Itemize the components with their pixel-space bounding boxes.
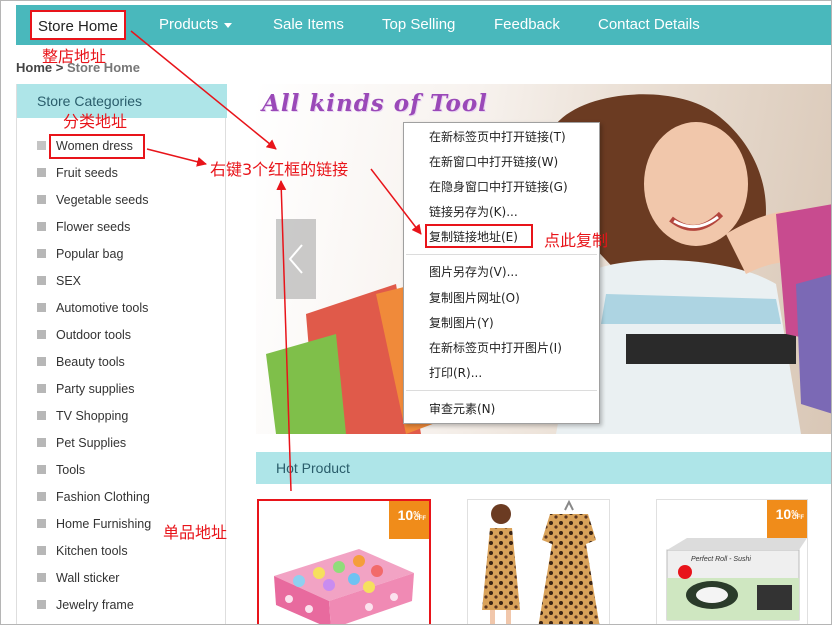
menu-print[interactable]: 打印(R)... (429, 363, 482, 383)
annotation-store-url: 整店地址 (42, 47, 107, 66)
category-highlight-box (49, 134, 145, 159)
menu-copy-image-url[interactable]: 复制图片网址(O) (429, 288, 520, 308)
category-flower-seeds[interactable]: Flower seeds (37, 217, 130, 237)
collapse-icon (37, 438, 46, 448)
menu-separator (406, 254, 597, 255)
product-image-leopard-dress (482, 500, 600, 624)
collapse-icon (37, 546, 46, 556)
category-popular-bag[interactable]: Popular bag (37, 244, 123, 264)
category-tv-shopping[interactable]: TV Shopping (37, 406, 128, 426)
category-label: Party supplies (56, 382, 135, 396)
category-label: Popular bag (56, 247, 124, 261)
category-label: Home Furnishing (56, 517, 152, 531)
nav-products[interactable]: Products (159, 5, 233, 45)
category-label: Vegetable seeds (56, 193, 149, 207)
menu-separator (406, 390, 597, 391)
collapse-icon (37, 519, 46, 529)
nav-sale-items[interactable]: Sale Items (273, 5, 344, 45)
nav-contact-details[interactable]: Contact Details (598, 5, 700, 45)
collapse-icon (37, 195, 46, 205)
category-label: Automotive tools (56, 301, 149, 315)
product-card-storage-box[interactable]: 10% OFF (257, 499, 431, 624)
discount-badge: 10% OFF (389, 501, 429, 539)
menu-save-image-as[interactable]: 图片另存为(V)... (429, 262, 518, 282)
badge-off: OFF (792, 515, 804, 521)
menu-copy-image[interactable]: 复制图片(Y) (429, 313, 494, 333)
category-label: Fashion Clothing (56, 490, 150, 504)
nav-top-selling[interactable]: Top Selling (382, 5, 455, 45)
sushi-box-label: Perfect Roll - Sushi (691, 556, 751, 563)
menu-open-new-tab[interactable]: 在新标签页中打开链接(T) (429, 127, 566, 147)
menu-open-incognito[interactable]: 在隐身窗口中打开链接(G) (429, 177, 568, 197)
context-menu: 在新标签页中打开链接(T) 在新窗口中打开链接(W) 在隐身窗口中打开链接(G)… (403, 122, 600, 424)
product-card-leopard-dress[interactable] (467, 499, 610, 624)
collapse-icon (37, 303, 46, 313)
carousel-prev-button[interactable] (276, 219, 316, 299)
menu-open-new-window[interactable]: 在新窗口中打开链接(W) (429, 152, 558, 172)
annotation-right-click: 右键3个红框的链接 (210, 160, 349, 179)
badge-percent: 10 (775, 506, 792, 522)
collapse-icon (37, 222, 46, 232)
screenshot-frame: Store Home Products Sale Items Top Selli… (0, 0, 832, 625)
category-pet-supplies[interactable]: Pet Supplies (37, 433, 126, 453)
collapse-icon (37, 411, 46, 421)
category-label: Kitchen tools (56, 544, 128, 558)
category-label: TV Shopping (56, 409, 129, 423)
collapse-icon (37, 168, 46, 178)
category-party-supplies[interactable]: Party supplies (37, 379, 135, 399)
category-vegetable-seeds[interactable]: Vegetable seeds (37, 190, 148, 210)
banner-title: All kinds of Tool (262, 90, 488, 117)
chevron-down-icon (224, 22, 233, 28)
nav-feedback[interactable]: Feedback (494, 5, 560, 45)
top-nav: Store Home Products Sale Items Top Selli… (16, 5, 831, 45)
product-card-sushi-roller[interactable]: Perfect Roll - Sushi 10% OFF (656, 499, 808, 624)
menu-copy-link-address[interactable]: 复制链接地址(E) (429, 227, 518, 247)
category-fashion-clothing[interactable]: Fashion Clothing (37, 487, 150, 507)
category-sex[interactable]: SEX (37, 271, 81, 291)
category-sidebar: Store Categories Women dress Fruit seeds… (16, 84, 227, 624)
discount-badge: 10% OFF (767, 500, 807, 538)
category-home-furnishing[interactable]: Home Furnishing (37, 514, 151, 534)
category-label: Pet Supplies (56, 436, 127, 450)
category-jewelry-frame[interactable]: Jewelry frame (37, 595, 134, 615)
category-beauty-tools[interactable]: Beauty tools (37, 352, 125, 372)
category-wall-sticker[interactable]: Wall sticker (37, 568, 119, 588)
collapse-icon (37, 249, 46, 259)
category-label: Outdoor tools (56, 328, 132, 342)
category-label: Tools (56, 463, 86, 477)
category-label: Jewelry frame (56, 598, 134, 612)
collapse-icon (37, 573, 46, 583)
hot-product-title: Hot Product (256, 452, 831, 484)
category-label: Flower seeds (56, 220, 131, 234)
menu-open-image-new-tab[interactable]: 在新标签页中打开图片(I) (429, 338, 562, 358)
nav-products-label: Products (159, 16, 219, 33)
category-outdoor-tools[interactable]: Outdoor tools (37, 325, 131, 345)
category-label: Wall sticker (56, 571, 120, 585)
collapse-icon (37, 492, 46, 502)
menu-inspect-element[interactable]: 审查元素(N) (429, 399, 495, 419)
category-label: SEX (56, 274, 82, 288)
chevron-left-icon (288, 244, 303, 274)
collapse-icon (37, 465, 46, 475)
annotation-click-copy: 点此复制 (544, 231, 609, 250)
category-fruit-seeds[interactable]: Fruit seeds (37, 163, 118, 183)
badge-percent: 10 (397, 507, 414, 523)
expand-icon[interactable] (37, 141, 46, 151)
category-tools[interactable]: Tools (37, 460, 85, 480)
annotation-item-url: 单品地址 (163, 523, 228, 542)
menu-save-link-as[interactable]: 链接另存为(K)... (429, 202, 518, 222)
category-automotive-tools[interactable]: Automotive tools (37, 298, 148, 318)
collapse-icon (37, 384, 46, 394)
nav-store-home[interactable]: Store Home (30, 10, 126, 40)
category-kitchen-tools[interactable]: Kitchen tools (37, 541, 128, 561)
category-label: Beauty tools (56, 355, 125, 369)
collapse-icon (37, 276, 46, 286)
badge-off: OFF (414, 516, 426, 522)
annotation-category-url: 分类地址 (63, 112, 128, 131)
collapse-icon (37, 357, 46, 367)
collapse-icon (37, 330, 46, 340)
collapse-icon (37, 600, 46, 610)
category-label: Fruit seeds (56, 166, 118, 180)
